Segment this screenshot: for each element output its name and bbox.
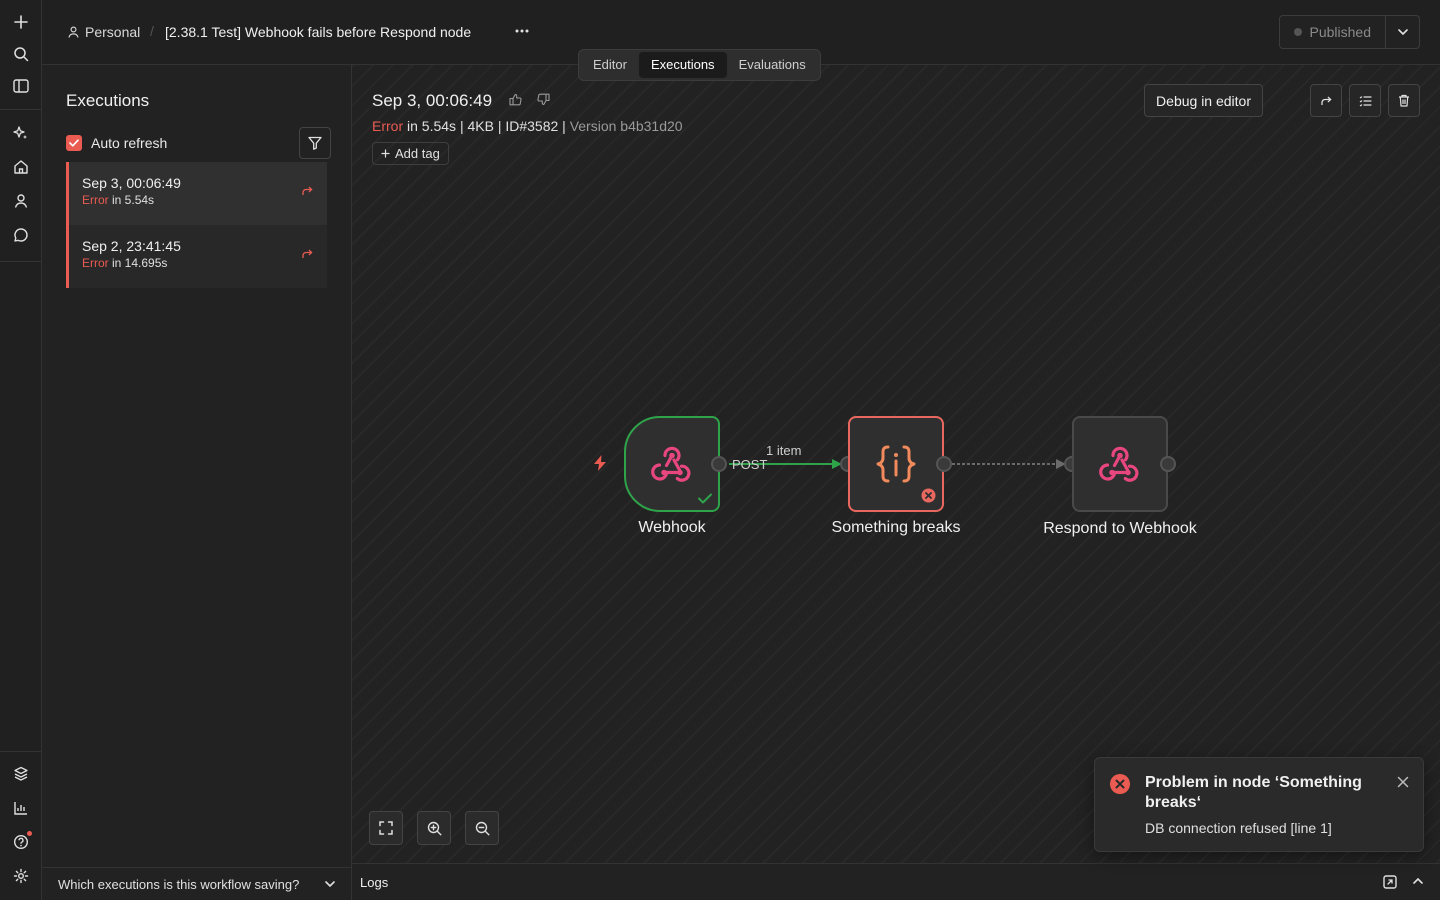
node-label-respond-to-webhook: Respond to Webhook [1043,520,1197,537]
fit-view-button[interactable] [369,811,403,845]
auto-refresh-checkbox[interactable] [66,135,82,151]
node-webhook[interactable] [624,416,720,512]
webhook-icon [651,446,691,482]
error-circle-icon [1110,774,1130,794]
logs-label: Logs [360,875,389,890]
project-name: Personal [85,24,141,40]
insights-chart-icon[interactable] [9,796,33,820]
published-label: Published [1309,24,1372,40]
view-tabs: Editor Executions Evaluations [578,49,821,81]
webhook-icon [1099,446,1139,482]
output-handle[interactable] [936,456,952,472]
node-respond-to-webhook[interactable] [1072,416,1168,512]
node-label-something-breaks: Something breaks [831,519,961,536]
close-icon[interactable] [1397,776,1409,788]
execution-date: Sep 3, 00:06:49 [82,175,181,191]
rail-divider [0,109,42,110]
output-handle[interactable] [1160,456,1176,472]
chat-icon[interactable] [9,223,33,247]
zoom-in-button[interactable] [417,811,451,845]
retry-icon[interactable] [301,248,313,260]
code-braces-icon [876,445,916,483]
connection-items-count: 1 item [766,443,802,458]
output-handle[interactable] [711,456,727,472]
saving-settings-label: Which executions is this workflow saving… [58,876,300,892]
publish-control: Published [1278,15,1420,49]
toast-title: Problem in node ‘Something breaks‘ [1145,774,1362,811]
sidebar-toggle-icon[interactable] [9,74,33,98]
auto-refresh-label: Auto refresh [91,135,168,151]
workflow-canvas[interactable]: Sep 3, 00:06:49 Error in 5.54s | 4KB | I… [352,65,1440,863]
tab-editor[interactable]: Editor [581,52,639,78]
execution-list-item[interactable]: Sep 3, 00:06:49 Error in 5.54s [66,162,327,225]
sidebar-title: Executions [66,91,150,110]
execution-list-item[interactable]: Sep 2, 23:41:45 Error in 14.695s [66,225,327,288]
connection-label-post: POST [732,457,768,472]
execution-status: Error in 5.54s [82,193,155,207]
status-dot [1293,28,1302,36]
executions-sidebar: Executions Auto refresh Sep 3, 00:06:49 … [42,65,352,900]
rail-divider [0,261,42,262]
published-button[interactable]: Published [1278,15,1386,49]
sparkles-icon[interactable] [9,121,33,145]
execution-date: Sep 2, 23:41:45 [82,238,181,254]
notification-dot [27,831,32,836]
zoom-out-button[interactable] [465,811,499,845]
filter-icon [308,136,322,150]
settings-gear-icon[interactable] [9,864,33,888]
node-label-webhook: Webhook [638,519,706,536]
trigger-bolt-icon [592,454,608,472]
icon-rail [0,0,42,900]
workflow-title[interactable]: [2.38.1 Test] Webhook fails before Respo… [165,24,471,40]
search-icon[interactable] [9,42,33,66]
filter-button[interactable] [299,127,331,159]
node-something-breaks[interactable] [848,416,944,512]
pop-out-icon[interactable] [1383,875,1397,889]
retry-icon[interactable] [301,185,313,197]
chevron-down-icon [325,881,335,888]
error-toast: Problem in node ‘Something breaks‘ DB co… [1094,757,1424,852]
execution-status: Error in 14.695s [82,256,168,270]
add-icon[interactable] [9,10,33,34]
more-options-icon[interactable] [514,23,530,39]
user-icon[interactable] [9,189,33,213]
templates-icon[interactable] [9,762,33,786]
breadcrumb-separator: / [150,23,154,39]
user-icon [68,26,79,38]
check-icon [69,139,79,147]
breadcrumb-project[interactable]: Personal [68,24,140,40]
zoom-out-icon [475,821,489,835]
toast-message: DB connection refused [line 1] [1145,820,1332,836]
tab-executions[interactable]: Executions [638,52,727,78]
saving-settings-accordion[interactable]: Which executions is this workflow saving… [42,867,352,900]
fullscreen-icon [379,821,393,835]
chevron-up-icon[interactable] [1412,877,1424,885]
chevron-down-icon[interactable] [1386,15,1420,49]
tab-evaluations[interactable]: Evaluations [727,52,818,78]
home-icon[interactable] [9,155,33,179]
error-x-icon [921,488,936,503]
auto-refresh-toggle[interactable]: Auto refresh [66,135,167,151]
help-icon[interactable] [9,830,33,854]
zoom-in-icon [427,821,441,835]
success-check-icon [698,493,712,504]
rail-divider [0,751,42,752]
logs-panel-bar[interactable]: Logs [352,863,1440,900]
